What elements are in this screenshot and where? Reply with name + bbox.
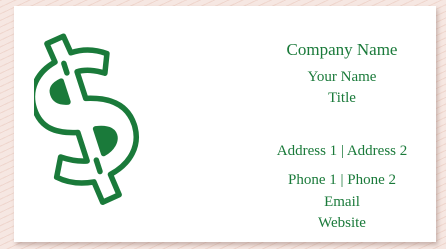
website-line: Website <box>318 215 366 231</box>
email-line: Email <box>324 194 360 210</box>
business-card: Company Name Your Name Title Address 1 |… <box>14 6 436 242</box>
address-line: Address 1 | Address 2 <box>276 143 408 159</box>
your-name: Your Name <box>307 69 377 85</box>
phone-line: Phone 1 | Phone 2 <box>287 172 396 188</box>
company-name: Company Name <box>286 40 398 59</box>
dollar-sign-icon <box>34 33 139 205</box>
job-title: Title <box>328 90 356 106</box>
